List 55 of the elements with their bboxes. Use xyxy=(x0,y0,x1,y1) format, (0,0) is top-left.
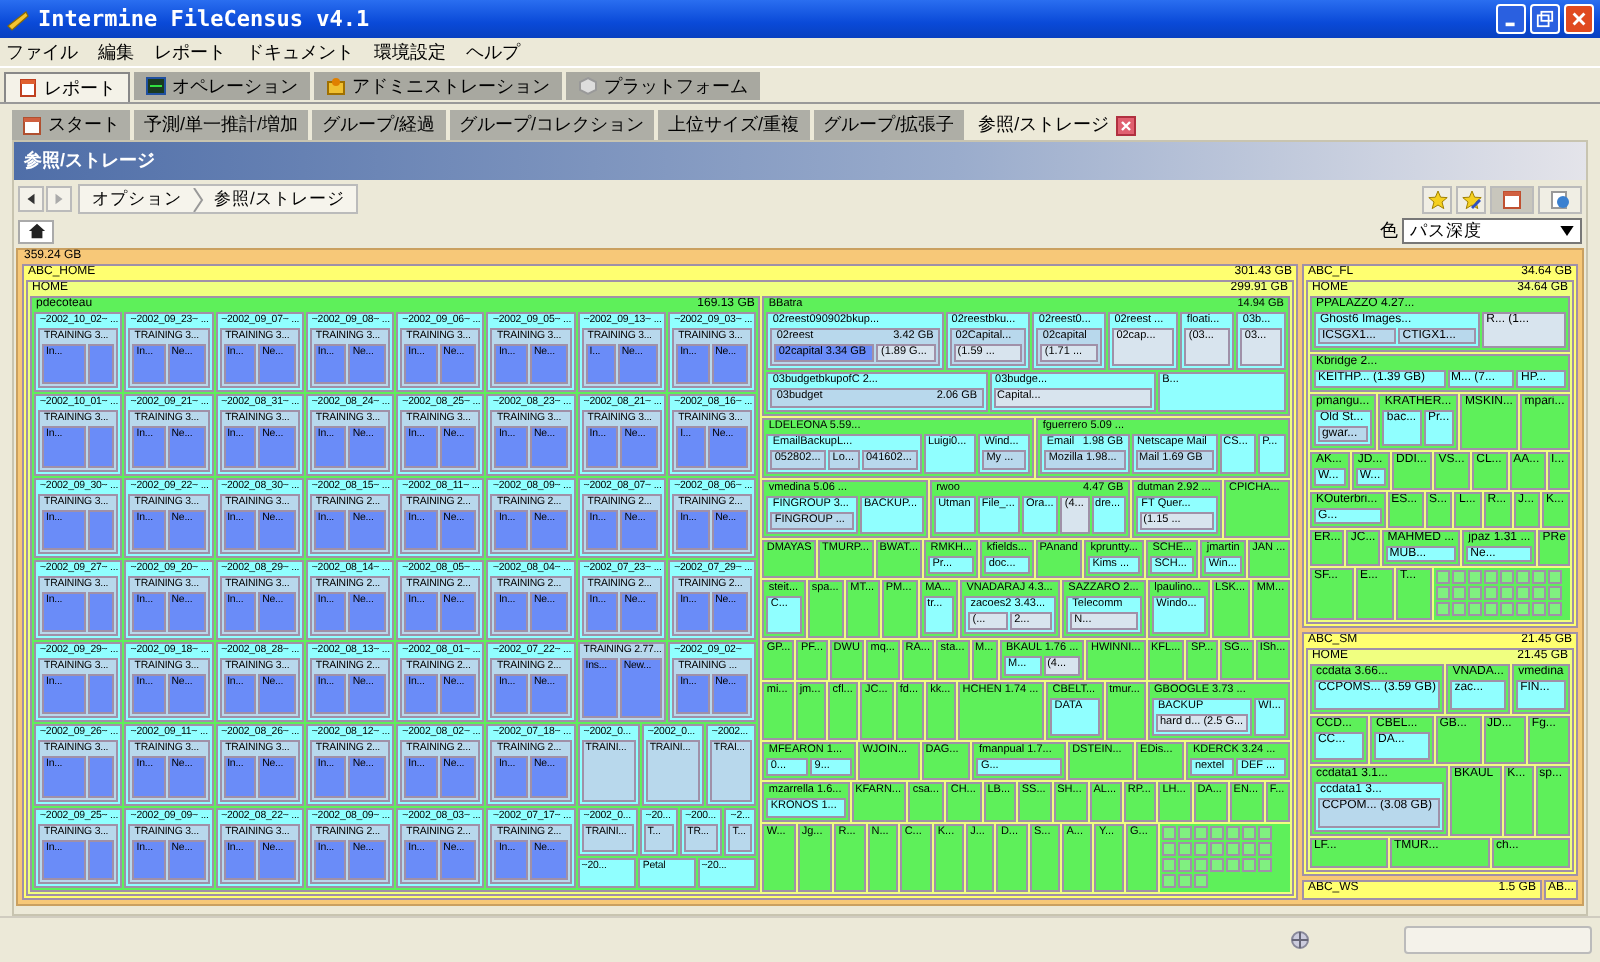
calendar-icon xyxy=(1502,189,1522,209)
user-folder-tile[interactable] xyxy=(30,296,761,892)
left-arrow-icon xyxy=(24,192,38,206)
star-button[interactable] xyxy=(1422,185,1452,213)
report-tab[interactable]: 予測/単一推計/増加 xyxy=(134,110,309,140)
document-globe-icon xyxy=(1550,189,1570,209)
restore-icon xyxy=(1536,10,1554,28)
close-tab-icon[interactable] xyxy=(1115,115,1136,135)
main-tab[interactable]: アドミニストレーション xyxy=(314,72,562,100)
close-button[interactable] xyxy=(1564,4,1594,34)
minimize-button[interactable] xyxy=(1496,4,1526,34)
main-tab[interactable]: オペレーション xyxy=(134,72,310,100)
menu-item[interactable]: ヘルプ xyxy=(466,40,520,64)
small-folders-drawing xyxy=(1159,823,1290,892)
monitor-icon xyxy=(146,76,166,96)
menu-item[interactable]: ファイル xyxy=(6,40,78,64)
back-button[interactable] xyxy=(18,186,44,212)
report-tab[interactable]: グループ/コレクション xyxy=(449,110,655,140)
menu-item[interactable]: ドキュメント xyxy=(246,40,354,64)
menu-item[interactable]: 編集 xyxy=(98,40,134,64)
calendar-icon xyxy=(22,115,42,135)
close-icon xyxy=(1570,10,1588,28)
chevron-icon xyxy=(192,187,204,211)
network-icon xyxy=(1288,928,1312,952)
report-tab[interactable]: グループ/拡張子 xyxy=(813,110,965,140)
dropdown-arrow-icon xyxy=(1560,226,1574,236)
restore-button[interactable] xyxy=(1530,4,1560,34)
home-icon xyxy=(27,222,45,240)
breadcrumb-link[interactable]: オプション xyxy=(92,187,182,211)
folder-icon xyxy=(326,76,346,96)
right-arrow-icon xyxy=(52,192,66,206)
page-title: 参照/ストレージ xyxy=(24,148,156,174)
app-icon xyxy=(6,7,30,31)
small-folders-drawing xyxy=(1434,568,1570,620)
document-icon xyxy=(18,78,38,98)
user-folder-tile[interactable] xyxy=(762,296,1290,417)
star-edit-button[interactable] xyxy=(1456,185,1486,213)
menu-item[interactable]: レポート xyxy=(154,40,226,64)
breadcrumb-link[interactable]: 参照/ストレージ xyxy=(214,187,345,211)
globe-button[interactable] xyxy=(1538,185,1582,213)
treemap-root[interactable] xyxy=(16,248,1584,906)
cube-icon xyxy=(578,76,598,96)
color-dropdown[interactable]: パス深度 xyxy=(1402,218,1582,244)
calendar-button[interactable] xyxy=(1490,185,1534,213)
home-button[interactable] xyxy=(18,219,54,243)
main-tab[interactable]: レポート xyxy=(4,72,130,102)
main-tab[interactable]: プラットフォーム xyxy=(566,72,760,100)
star-pen-icon xyxy=(1461,189,1481,209)
star-icon xyxy=(1427,189,1447,209)
color-label: 色 xyxy=(1380,218,1398,244)
menu-item[interactable]: 環境設定 xyxy=(374,40,446,64)
window-title: Intermine FileCensus v4.1 xyxy=(38,6,370,32)
report-tab[interactable]: スタート xyxy=(12,110,130,140)
report-tab[interactable]: 上位サイズ/重複 xyxy=(658,110,810,140)
report-tab[interactable]: グループ/経過 xyxy=(312,110,446,140)
